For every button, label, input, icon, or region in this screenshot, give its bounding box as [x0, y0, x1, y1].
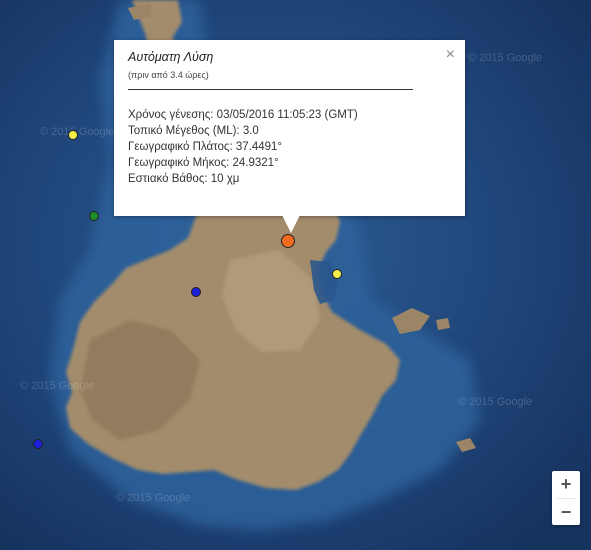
zoom-control: + − [552, 471, 580, 525]
map-watermark: © 2015 Google [116, 492, 191, 504]
local-magnitude: Τοπικό Μέγεθος (ML): 3.0 [128, 125, 259, 137]
islet [436, 318, 450, 330]
zoom-in-button[interactable]: + [552, 471, 580, 498]
popup-pointer [282, 215, 300, 233]
popup-details: Χρόνος γένεσης: 03/05/2016 11:05:23 (GMT… [128, 107, 451, 187]
popup-subtitle: (πριν από 3.4 ώρες) [128, 70, 209, 80]
zoom-out-button[interactable]: − [552, 499, 580, 526]
event-marker-blue-center[interactable] [191, 287, 201, 297]
event-marker-yellow-east[interactable] [332, 269, 342, 279]
map-watermark: © 2015 Google [458, 396, 533, 408]
selected-event-marker[interactable] [281, 234, 295, 248]
popup-title: Αυτόματη Λύση [128, 50, 214, 64]
origin-time: Χρόνος γένεσης: 03/05/2016 11:05:23 (GMT… [128, 109, 358, 121]
event-marker-yellow-west[interactable] [68, 130, 78, 140]
popup-divider [128, 89, 413, 90]
map-watermark: © 2015 Google [468, 52, 543, 64]
event-info-popup: Αυτόματη Λύση (πριν από 3.4 ώρες) Χρόνος… [114, 40, 465, 216]
focal-depth: Εστιακό Βάθος: 10 χμ [128, 173, 240, 185]
longitude: Γεωγραφικό Μήκος: 24.9321° [128, 157, 279, 169]
latitude: Γεωγραφικό Πλάτος: 37.4491° [128, 141, 282, 153]
event-marker-blue-southwest[interactable] [33, 439, 43, 449]
event-marker-green[interactable] [89, 211, 99, 221]
map-watermark: © 2015 Google [20, 380, 95, 392]
close-icon[interactable]: × [446, 47, 455, 63]
